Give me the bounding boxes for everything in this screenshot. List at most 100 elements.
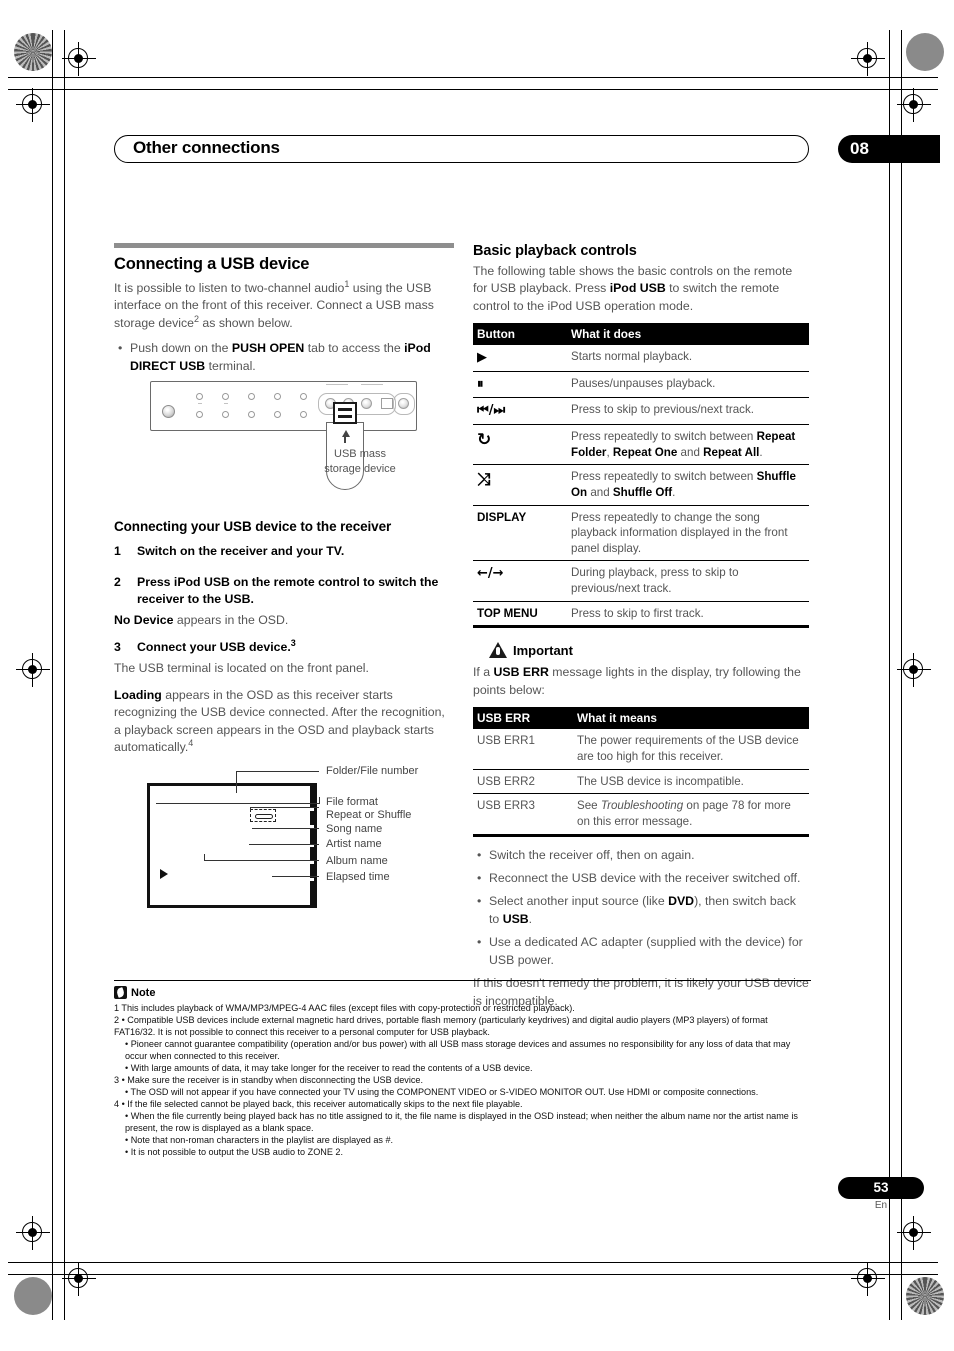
usb-err2-code: USB ERR2 [473, 769, 573, 795]
usb-err3-a: See [577, 799, 601, 813]
osd-label-album-name: Album name [326, 854, 388, 867]
step-2-text: Press iPod USB on the remote control to … [137, 574, 439, 607]
tip-bullet-3: Select another input source (like DVD), … [473, 893, 809, 928]
pause-description: Pauses/unpauses playback. [567, 371, 809, 399]
osd-play-indicator-icon [160, 868, 168, 879]
loading-paragraph: Loading appears in the OSD as this recei… [114, 687, 454, 757]
note-heading: Note [114, 986, 811, 999]
table-row: DISPLAY Press repeatedly to change the s… [473, 505, 809, 562]
dvd-label: DVD [668, 894, 695, 909]
leader-repeat-shuffle-v [250, 806, 251, 811]
page-language-label: En [874, 1200, 888, 1211]
footnote-line-8: • When the file currently being played b… [125, 1111, 798, 1133]
crop-mark-top-right-b [897, 88, 931, 122]
leader-album-name-v [204, 853, 205, 861]
osd-label-file-format: File format [326, 795, 378, 808]
note-pencil-icon [114, 986, 127, 999]
panel-tick-1 [198, 403, 202, 405]
footnote-line-4: • With large amounts of data, it may tak… [125, 1063, 533, 1073]
tip-bullet-1: Switch the receiver off, then on again. [473, 847, 809, 865]
crop-mark-top-left-a [62, 42, 96, 76]
table-row: USB ERR1 The power requirements of the U… [473, 729, 809, 770]
bullet-text-b: tab to access the [304, 341, 405, 356]
trim-line-right-1 [889, 30, 890, 1320]
crop-mark-top-right-a [851, 42, 885, 76]
registration-dot-bottom-left [14, 1277, 52, 1315]
table-row: ↻ Press repeatedly to switch between Rep… [473, 424, 809, 466]
no-device-label: No Device [114, 612, 174, 627]
step-1-number: 1 [114, 544, 121, 559]
footnote-ref-3: 3 [290, 637, 296, 648]
table-row: TOP MENU Press to skip to first track. [473, 601, 809, 629]
crop-mark-top-left-b [16, 88, 50, 122]
display-label: DISPLAY [473, 505, 567, 562]
footnote-line-10: • It is not possible to output the USB a… [125, 1147, 344, 1157]
table-row: ⏮/⏭ Press to skip to previous/next track… [473, 397, 809, 425]
table-row: USB ERR2 The USB device is incompatible. [473, 769, 809, 795]
crop-mark-bottom-right-b [851, 1262, 885, 1296]
top-menu-description: Press to skip to first track. [567, 601, 809, 629]
repeat-one-label: Repeat One [612, 445, 678, 459]
repeat-desc-a: Press repeatedly to switch between [571, 430, 757, 443]
osd-label-repeat-or-shuffle: Repeat or Shuffle [326, 808, 412, 821]
table-row: USB ERR3 See Troubleshooting on page 78 … [473, 793, 809, 837]
playback-intro-paragraph: The following table shows the basic cont… [473, 263, 809, 315]
skip-prev-next-icon: ⏮/⏭ [473, 397, 567, 425]
push-open-tab-icon [381, 398, 393, 410]
trim-line-h-2 [8, 89, 938, 90]
important-label: Important [513, 642, 573, 658]
warning-triangle-icon [489, 642, 507, 659]
crop-mark-bottom-left-a [16, 1216, 50, 1250]
intro-text-c: as shown below. [199, 315, 293, 330]
note-label: Note [131, 986, 156, 999]
osd-screen-frame [147, 782, 317, 908]
usb-error-table: USB ERR What it means USB ERR1 The power… [473, 707, 809, 837]
step-3: 3 Connect your USB device.3 [114, 637, 454, 656]
usb-err-label: USB ERR [493, 665, 549, 680]
shuffle-desc-sep: and [587, 485, 613, 499]
section-heading-basic-playback: Basic playback controls [473, 243, 637, 259]
footnote-line-6: • The OSD will not appear if you have co… [125, 1087, 759, 1097]
usb-err2-meaning: The USB device is incompatible. [573, 769, 809, 795]
panel-label-line-2 [361, 384, 383, 386]
crop-mark-bottom-right-a [897, 1216, 931, 1250]
crop-mark-mid-right [897, 653, 931, 687]
trim-line-h-3 [8, 1262, 938, 1263]
usb-connector-icon [333, 402, 357, 425]
trim-line-h-4 [8, 1274, 938, 1275]
footnote-line-2: 2 • Compatible USB devices include exter… [114, 1015, 768, 1037]
footnote-line-1: 1 This includes playback of WMA/MP3/MPEG… [114, 1003, 575, 1013]
registration-dot-bottom-right [906, 1277, 944, 1315]
step-2-number: 2 [114, 574, 121, 589]
step-1-text: Switch on the receiver and your TV. [137, 544, 345, 559]
usb-mass-storage-device [326, 402, 364, 491]
tip-bullet-4: Use a dedicated AC adapter (supplied wit… [473, 934, 809, 969]
footnote-line-5: 3 • Make sure the receiver is in standby… [114, 1075, 423, 1085]
left-column: Connecting a USB device It is possible t… [114, 243, 454, 925]
front-panel-illustration: USB mass storage device [150, 381, 454, 497]
usb-err3-code: USB ERR3 [473, 793, 573, 837]
important-text-a: If a [473, 665, 494, 680]
shuffle-icon: ⤨ [473, 464, 567, 506]
leader-folder-file-h [236, 770, 319, 772]
repeat-desc-sep2: and [677, 445, 704, 459]
table-row: ⤨ Press repeatedly to switch between Shu… [473, 464, 809, 506]
loading-label: Loading [114, 687, 162, 702]
osd-playback-screen-illustration: Folder/File number File format Repeat or… [114, 765, 454, 925]
trim-line-h-1 [8, 77, 938, 78]
section-rule [114, 243, 454, 248]
footnotes-divider [114, 980, 811, 981]
leader-file-format-v [319, 796, 320, 804]
usb-err3-meaning: See Troubleshooting on page 78 for more … [573, 793, 809, 837]
table-row: ▶ Starts normal playback. [473, 345, 809, 372]
table-header-row: Button What it does [473, 323, 809, 346]
table-row: ←/→ During playback, press to skip to pr… [473, 560, 809, 602]
arrow-description: During playback, press to skip to previo… [567, 560, 809, 602]
panel-label-line-1 [326, 384, 348, 386]
shuffle-off-label: Shuffle Off [612, 485, 673, 499]
bullet-text-c: terminal. [205, 358, 256, 373]
osd-label-folder-file-number: Folder/File number [326, 764, 419, 777]
table-row: ⏸ Pauses/unpauses playback. [473, 371, 809, 399]
col-header-what-it-means: What it means [573, 707, 809, 730]
push-open-bullet: Push down on the PUSH OPEN tab to access… [114, 340, 454, 375]
